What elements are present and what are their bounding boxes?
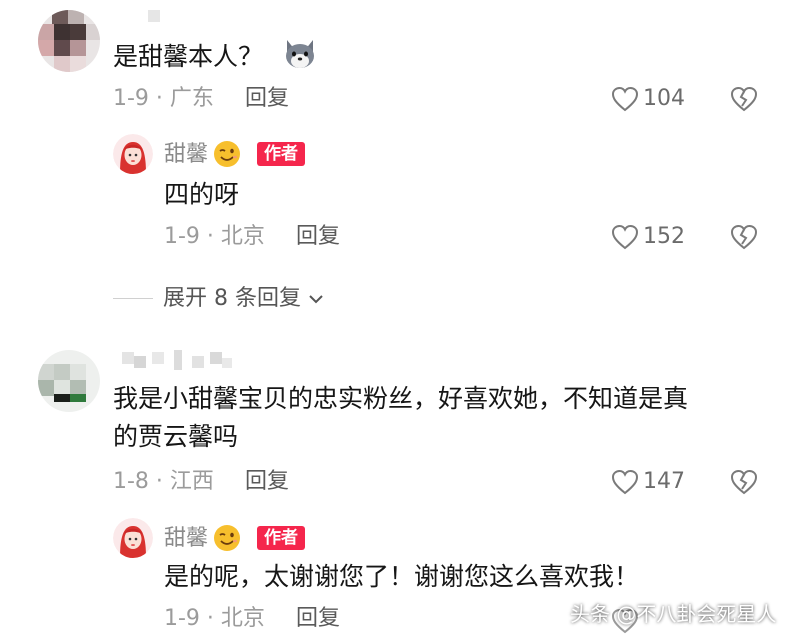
reply-meta: 1-9 · 北京 [164,224,265,249]
expand-divider [113,298,153,299]
dislike-button[interactable] [730,469,758,499]
author-badge: 作者 [257,526,305,550]
like-count: 147 [643,469,685,494]
expand-replies-button[interactable]: 展开 8 条回复 [163,284,324,314]
broken-heart-icon [730,469,758,495]
watermark: 头条 @不八卦会死星人 [570,602,777,626]
heart-outline-icon [611,469,639,495]
reply-button[interactable]: 回复 [296,604,340,634]
author-name[interactable]: 甜馨 [164,140,208,170]
comment-text: 是甜馨本人？ [113,42,264,71]
author-avatar[interactable] [113,134,153,174]
author-avatar[interactable] [113,518,153,558]
like-count: 104 [643,86,685,111]
comment-text: 我是小甜馨宝贝的忠实粉丝，好喜欢她，不知道是真 的贾云馨吗 [113,384,689,451]
dislike-button[interactable] [730,86,758,116]
heart-outline-icon [611,86,639,112]
like-button[interactable] [611,224,639,254]
author-name[interactable]: 甜馨 [164,524,208,554]
reply-button[interactable]: 回复 [245,84,289,114]
reply-button[interactable]: 回复 [296,222,340,252]
author-badge: 作者 [257,142,305,166]
comment-meta: 1-8 · 江西 [113,469,214,494]
avatar[interactable] [38,10,100,72]
chevron-down-icon [309,295,323,304]
comment-meta: 1-9 · 广东 [113,86,214,111]
like-count: 152 [643,224,685,249]
reply-button[interactable]: 回复 [245,467,289,497]
broken-heart-icon [730,224,758,250]
avatar[interactable] [38,350,100,412]
like-button[interactable] [611,469,639,499]
wink-emoji [213,140,241,168]
reply-text: 四的呀 [164,180,240,209]
reply-text: 是的呢，太谢谢您了！谢谢您这么喜欢我！ [164,562,640,591]
like-button[interactable] [611,86,639,116]
heart-outline-icon [611,224,639,250]
username-redacted [148,10,160,22]
broken-heart-icon [730,86,758,112]
username-redacted [118,350,238,372]
dog-emoji [282,36,318,72]
wink-emoji [213,524,241,552]
reply-meta: 1-9 · 北京 [164,606,265,631]
dislike-button[interactable] [730,224,758,254]
